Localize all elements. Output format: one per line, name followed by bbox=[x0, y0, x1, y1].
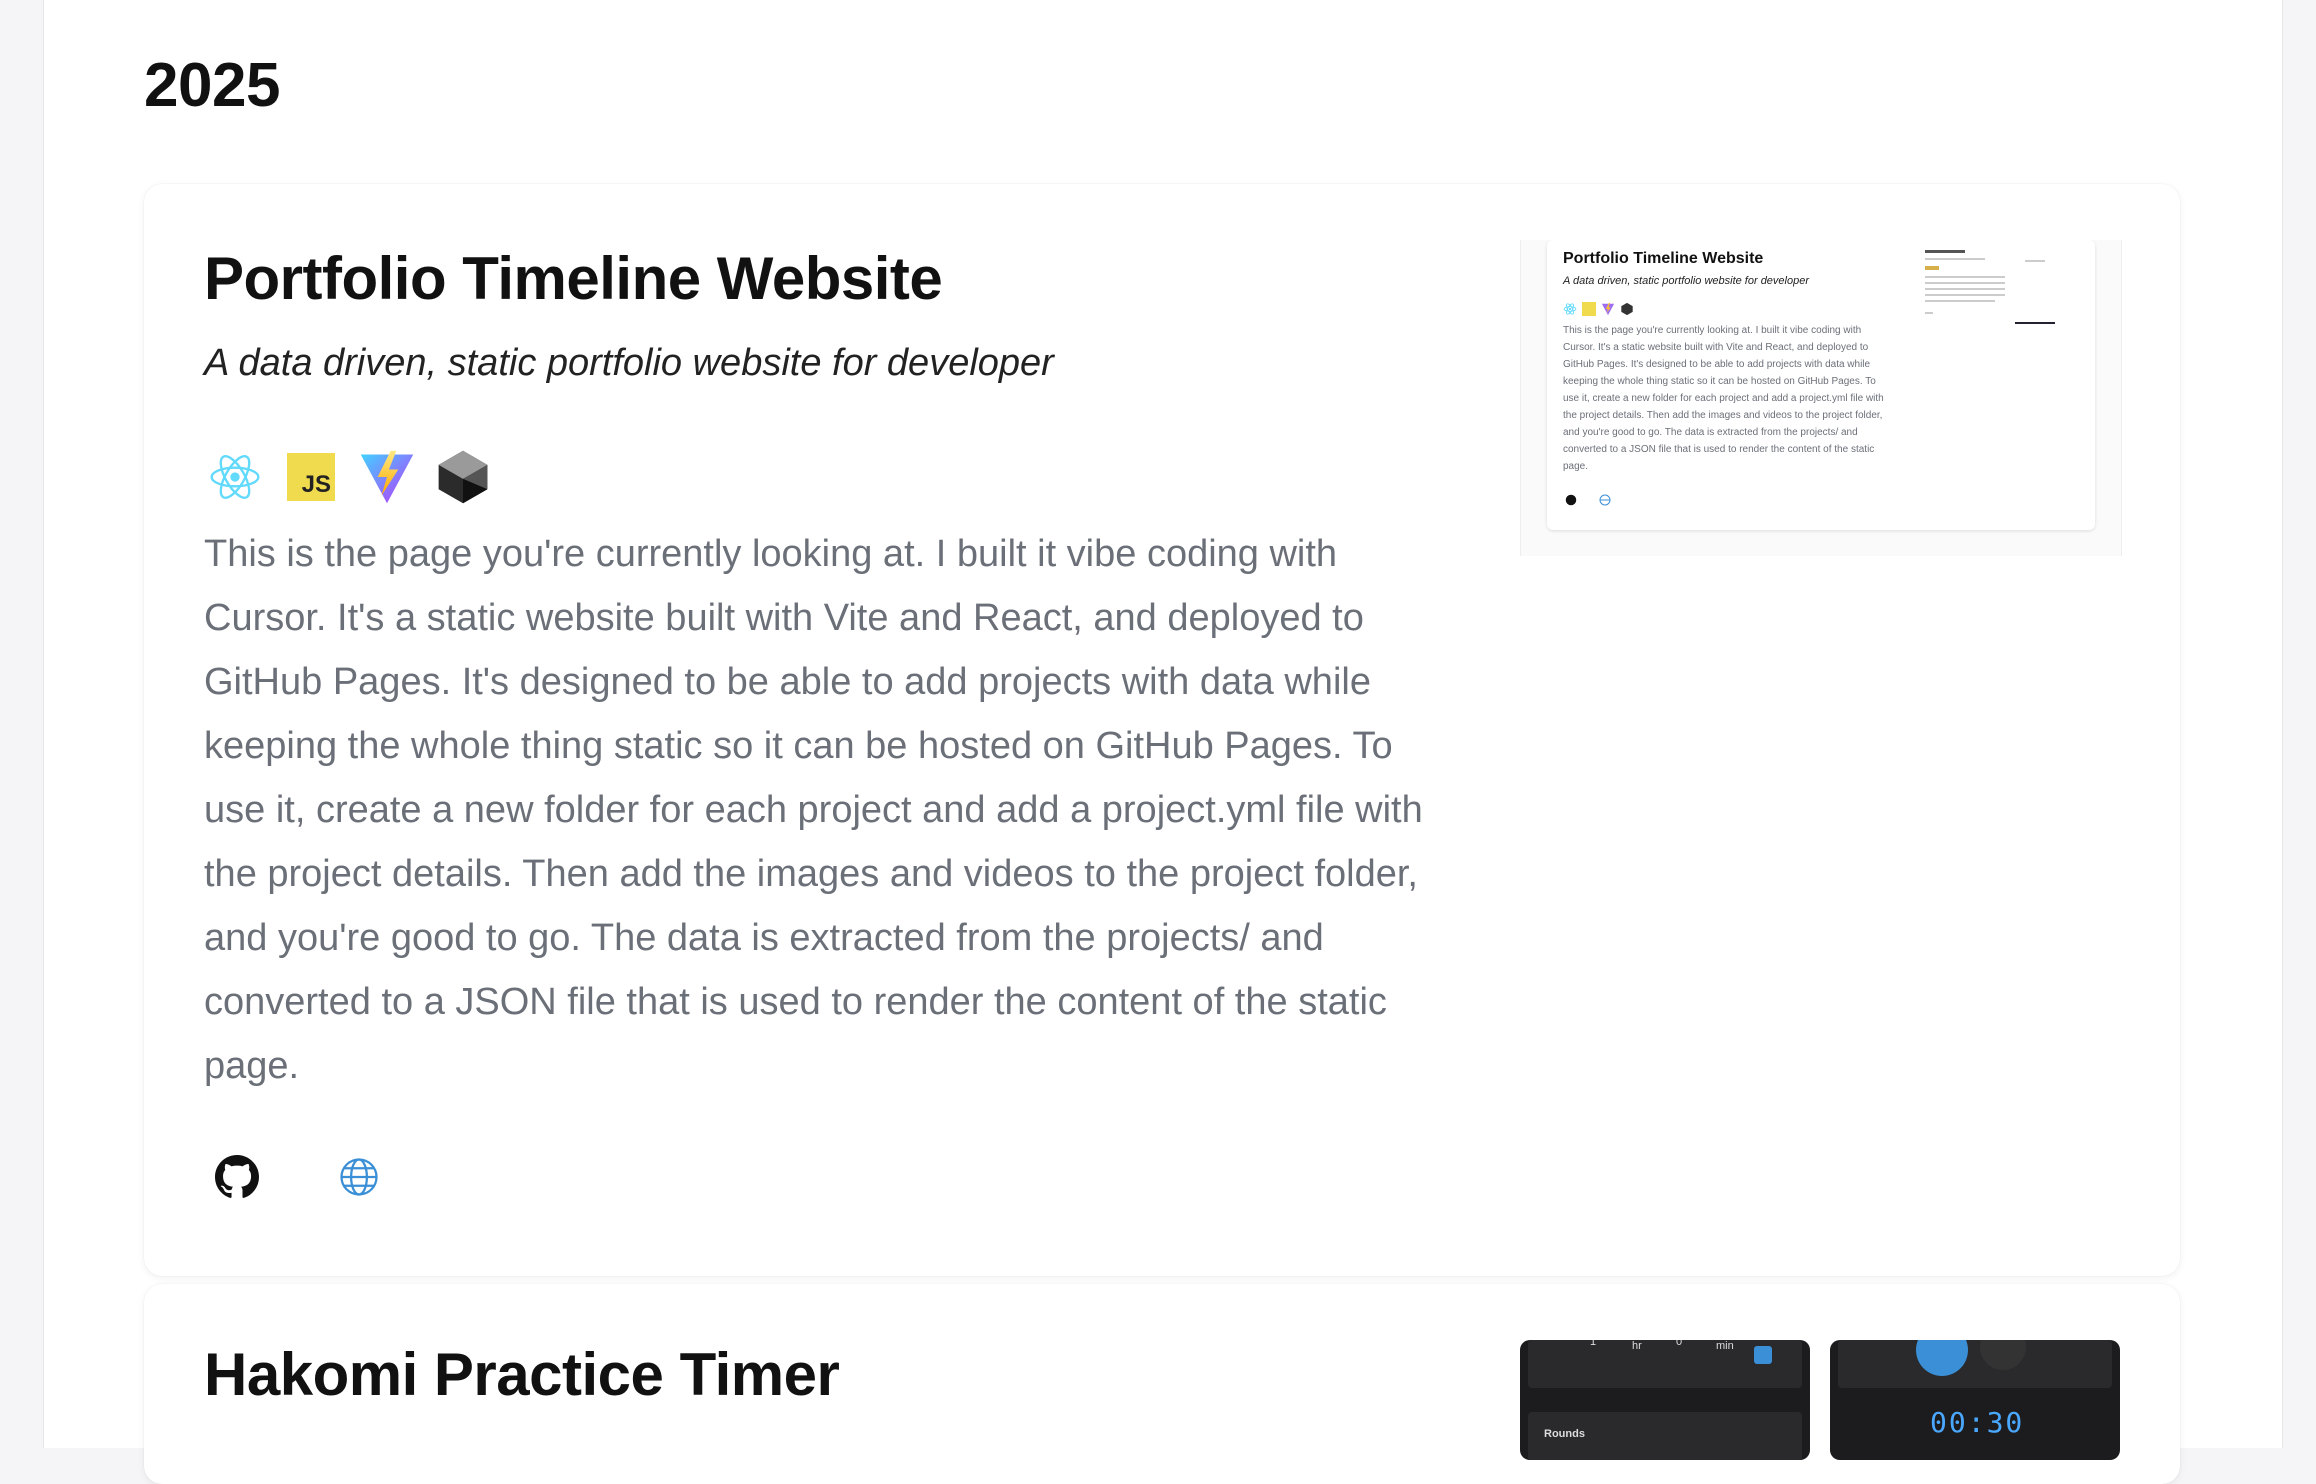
decrement-button bbox=[1754, 1346, 1772, 1364]
project-card: Portfolio Timeline Website A data driven… bbox=[144, 184, 2180, 1276]
steps-panel bbox=[1838, 1340, 2112, 1388]
year-heading: 2025 bbox=[144, 51, 280, 120]
javascript-icon bbox=[1582, 302, 1596, 316]
screenshot-title: Portfolio Timeline Website bbox=[1563, 250, 1764, 267]
react-icon bbox=[204, 446, 266, 508]
cursor-icon bbox=[1620, 302, 1634, 316]
tech-stack: JS bbox=[204, 446, 494, 508]
project-screenshot[interactable]: Portfolio Timeline Website A data driven… bbox=[1520, 240, 2122, 556]
github-icon bbox=[1565, 494, 1577, 509]
screenshot-tech-stack bbox=[1563, 302, 1634, 316]
timer-display: 00:30 bbox=[1930, 1406, 2025, 1439]
screenshot-links bbox=[1565, 494, 1611, 509]
cursor-icon bbox=[432, 446, 494, 508]
project-subtitle: A data driven, static portfolio website … bbox=[204, 342, 1054, 384]
javascript-icon: JS bbox=[280, 446, 342, 508]
globe-icon bbox=[1599, 494, 1611, 509]
hours-label: hr bbox=[1632, 1340, 1642, 1352]
screenshot-subtitle: A data driven, static portfolio website … bbox=[1563, 275, 1810, 287]
globe-icon[interactable] bbox=[326, 1144, 392, 1210]
project-description: This is the page you're currently lookin… bbox=[204, 533, 1423, 1087]
screenshot-nested-preview bbox=[1925, 248, 2065, 332]
project-links bbox=[204, 1144, 392, 1210]
project-card: Hakomi Practice Timer 1 hr 0 min Rounds … bbox=[144, 1284, 2180, 1484]
project-screenshot[interactable]: 1 hr 0 min Rounds bbox=[1520, 1340, 1810, 1460]
minutes-label: min bbox=[1716, 1340, 1734, 1352]
project-title: Portfolio Timeline Website bbox=[204, 245, 943, 312]
project-screenshot[interactable]: 00:30 bbox=[1830, 1340, 2120, 1460]
minutes-value: 0 bbox=[1676, 1340, 1683, 1348]
vite-icon bbox=[356, 446, 418, 508]
rounds-label: Rounds bbox=[1544, 1428, 1585, 1440]
vite-icon bbox=[1601, 302, 1615, 316]
react-icon bbox=[1563, 302, 1577, 316]
github-icon[interactable] bbox=[204, 1144, 270, 1210]
hours-value: 1 bbox=[1590, 1340, 1597, 1348]
timeline-page: 2025 Portfolio Timeline Website A data d… bbox=[43, 0, 2283, 1484]
screenshot-preview-card: Portfolio Timeline Website A data driven… bbox=[1547, 240, 2095, 530]
screenshot-description: This is the page you're currently lookin… bbox=[1563, 325, 1884, 472]
project-title: Hakomi Practice Timer bbox=[204, 1341, 840, 1408]
